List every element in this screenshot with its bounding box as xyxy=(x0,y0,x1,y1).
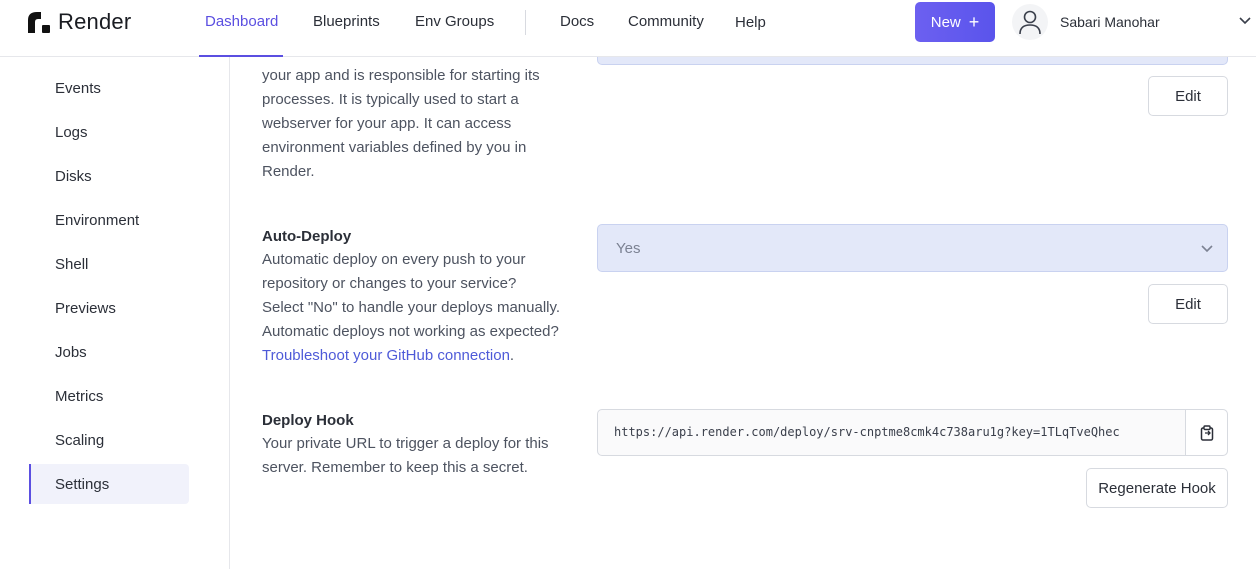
nav-env-groups[interactable]: Env Groups xyxy=(415,13,494,30)
nav-dashboard[interactable]: Dashboard xyxy=(205,13,278,30)
sidebar: Events Logs Disks Environment Shell Prev… xyxy=(0,57,230,569)
user-icon xyxy=(1012,4,1048,40)
description-line: server. Remember to keep this a secret. xyxy=(262,459,528,476)
nav-help[interactable]: Help xyxy=(735,14,766,31)
sidebar-item-scaling[interactable]: Scaling xyxy=(55,432,104,449)
sidebar-item-settings[interactable]: Settings xyxy=(55,476,109,493)
auto-deploy-title: Auto-Deploy xyxy=(262,228,352,245)
description-line: Automatic deploys not working as expecte… xyxy=(262,323,559,340)
render-logo-icon xyxy=(28,12,50,33)
top-navigation-bar: Render Dashboard Blueprints Env Groups D… xyxy=(0,0,1256,57)
description-line: Select "No" to handle your deploys manua… xyxy=(262,299,561,316)
sidebar-item-shell[interactable]: Shell xyxy=(55,256,88,273)
sidebar-item-disks[interactable]: Disks xyxy=(55,168,92,185)
auto-deploy-value: Yes xyxy=(616,240,641,257)
chevron-down-icon[interactable] xyxy=(1238,14,1252,28)
start-command-edit-button[interactable]: Edit xyxy=(1148,76,1228,116)
sidebar-item-environment[interactable]: Environment xyxy=(55,212,139,229)
start-command-input[interactable] xyxy=(597,57,1228,65)
sidebar-item-previews[interactable]: Previews xyxy=(55,300,116,317)
start-command-description: your app and is responsible for starting… xyxy=(262,64,562,184)
user-name: Sabari Manohar xyxy=(1060,14,1160,30)
render-logo[interactable]: Render xyxy=(28,9,131,35)
brand-name: Render xyxy=(58,9,132,34)
sidebar-item-jobs[interactable]: Jobs xyxy=(55,344,87,361)
user-menu[interactable]: Sabari Manohar xyxy=(1012,0,1160,44)
description-line: Your private URL to trigger a deploy for… xyxy=(262,435,549,452)
chevron-down-icon xyxy=(1201,245,1213,253)
description-line: environment variables defined by you in xyxy=(262,139,527,156)
description-line: your app and is responsible for starting… xyxy=(262,67,540,84)
clipboard-icon xyxy=(1200,424,1213,441)
link-suffix: . xyxy=(509,347,515,364)
deploy-hook-url[interactable]: https://api.render.com/deploy/srv-cnptme… xyxy=(614,425,1120,439)
description-line: repository or changes to your service? xyxy=(262,275,517,292)
nav-divider xyxy=(525,10,526,35)
sidebar-item-logs[interactable]: Logs xyxy=(55,124,88,141)
nav-docs[interactable]: Docs xyxy=(560,13,594,30)
copy-hook-button[interactable] xyxy=(1185,410,1227,455)
auto-deploy-edit-button[interactable]: Edit xyxy=(1148,284,1228,324)
description-line: Render. xyxy=(262,163,315,180)
description-line: Troubleshoot your GitHub connection. xyxy=(262,344,562,368)
nav-community[interactable]: Community xyxy=(628,13,704,30)
description-line: webserver for your app. It can access xyxy=(262,115,512,132)
deploy-hook-field[interactable]: https://api.render.com/deploy/srv-cnptme… xyxy=(597,409,1228,456)
description-line: Automatic deploy on every push to your xyxy=(262,251,526,268)
sidebar-item-metrics[interactable]: Metrics xyxy=(55,388,103,405)
regenerate-hook-button[interactable]: Regenerate Hook xyxy=(1086,468,1228,508)
plus-icon: + xyxy=(968,12,980,32)
auto-deploy-select[interactable]: Yes xyxy=(597,224,1228,272)
deploy-hook-description: Your private URL to trigger a deploy for… xyxy=(262,432,562,480)
new-button[interactable]: New + xyxy=(915,2,995,42)
nav-blueprints[interactable]: Blueprints xyxy=(313,13,380,30)
new-button-label: New xyxy=(930,13,961,31)
troubleshoot-github-link[interactable]: Troubleshoot your GitHub connection xyxy=(262,347,510,364)
sidebar-item-events[interactable]: Events xyxy=(55,80,101,97)
deploy-hook-title: Deploy Hook xyxy=(262,412,354,429)
description-line: processes. It is typically used to start… xyxy=(262,91,519,108)
auto-deploy-description: Automatic deploy on every push to your r… xyxy=(262,248,562,368)
